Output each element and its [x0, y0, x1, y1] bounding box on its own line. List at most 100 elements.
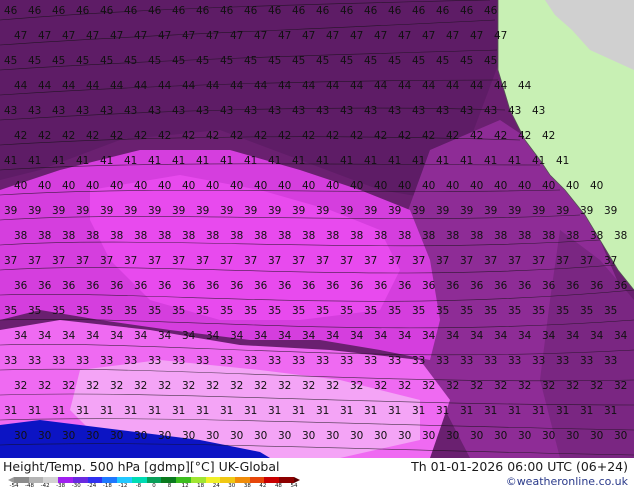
contour-label: 36 [62, 280, 76, 292]
contour-label: 34 [230, 330, 244, 342]
contour-label: 30 [110, 430, 123, 442]
contour-label: 34 [278, 330, 292, 342]
contour-label: 41 [532, 155, 545, 167]
contour-label: 45 [412, 55, 425, 67]
contour-label: 47 [398, 30, 411, 42]
colorbar-tick-label: -30 [71, 483, 81, 489]
contour-label: 39 [28, 205, 41, 217]
contour-label: 34 [158, 330, 172, 342]
contour-label: 40 [350, 180, 363, 192]
contour-label: 46 [412, 5, 426, 17]
contour-label: 43 [76, 105, 89, 117]
contour-label: 31 [52, 405, 65, 417]
contour-label: 35 [460, 305, 473, 317]
contour-label: 34 [302, 330, 316, 342]
contour-label: 38 [62, 230, 75, 242]
colorbar-tick-label: -38 [56, 483, 66, 489]
colorbar-tick-label: 38 [243, 483, 251, 489]
contour-label: 40 [590, 180, 603, 192]
contour-label: 36 [230, 280, 244, 292]
contour-label: 44 [398, 80, 412, 92]
contour-label: 46 [316, 5, 330, 17]
credit-link[interactable]: ©weatheronline.co.uk [506, 475, 628, 489]
contour-label: 32 [38, 380, 51, 392]
contour-label: 33 [76, 355, 89, 367]
contour-label: 42 [14, 130, 27, 142]
contour-label: 46 [52, 5, 66, 17]
contour-label: 41 [508, 155, 521, 167]
contour-label: 40 [398, 180, 411, 192]
contour-label: 41 [28, 155, 41, 167]
colorbar-tick-label: -8 [135, 483, 142, 489]
contour-label: 38 [38, 230, 51, 242]
contour-label: 30 [566, 430, 579, 442]
contour-label: 30 [374, 430, 387, 442]
contour-label: 38 [470, 230, 483, 242]
contour-label: 38 [302, 230, 315, 242]
contour-label: 43 [388, 105, 401, 117]
contour-label: 44 [326, 80, 340, 92]
contour-label: 38 [182, 230, 195, 242]
contour-label: 36 [278, 280, 292, 292]
contour-label: 36 [422, 280, 436, 292]
contour-label: 30 [446, 430, 459, 442]
colorbar-tick-label: -48 [25, 483, 35, 489]
contour-label: 38 [326, 230, 339, 242]
contour-label: 44 [374, 80, 388, 92]
contour-label: 42 [446, 130, 459, 142]
contour-label: 35 [268, 305, 281, 317]
contour-label: 31 [412, 405, 425, 417]
contour-label: 40 [38, 180, 51, 192]
contour-label: 30 [86, 430, 99, 442]
contour-label: 30 [494, 430, 507, 442]
contour-label: 33 [172, 355, 185, 367]
contour-label: 35 [484, 305, 497, 317]
contour-label: 42 [302, 130, 315, 142]
contour-label: 31 [220, 405, 233, 417]
contour-label: 38 [446, 230, 459, 242]
contour-label: 42 [350, 130, 363, 142]
contour-label: 37 [460, 255, 473, 267]
contour-label: 39 [292, 205, 305, 217]
contour-label: 44 [206, 80, 220, 92]
contour-label: 41 [196, 155, 209, 167]
contour-label: 38 [590, 230, 603, 242]
contour-label: 35 [148, 305, 161, 317]
contour-label: 44 [350, 80, 364, 92]
colorbar-tick-label: 18 [197, 483, 205, 489]
contour-label: 46 [196, 5, 210, 17]
contour-label: 33 [52, 355, 65, 367]
contour-label: 36 [350, 280, 364, 292]
contour-label: 31 [556, 405, 569, 417]
contour-label: 40 [374, 180, 387, 192]
contour-label: 31 [172, 405, 185, 417]
contour-label: 45 [244, 55, 257, 67]
contour-label: 35 [4, 305, 17, 317]
contour-label: 41 [220, 155, 233, 167]
contour-label: 40 [518, 180, 531, 192]
contour-label: 43 [268, 105, 281, 117]
contour-label: 43 [124, 105, 137, 117]
contour-label: 35 [556, 305, 569, 317]
contour-label: 41 [4, 155, 17, 167]
contour-label: 37 [292, 255, 305, 267]
contour-label: 41 [148, 155, 161, 167]
contour-label: 33 [4, 355, 17, 367]
contour-label: 34 [422, 330, 436, 342]
contour-label: 46 [460, 5, 474, 17]
contour-label: 31 [4, 405, 17, 417]
contour-label: 38 [14, 230, 27, 242]
contour-label: 38 [110, 230, 123, 242]
contour-label: 38 [86, 230, 99, 242]
contour-label: 32 [542, 380, 555, 392]
contour-label: 31 [100, 405, 113, 417]
contour-label: 45 [76, 55, 89, 67]
contour-label: 39 [76, 205, 89, 217]
contour-label: 30 [470, 430, 483, 442]
contour-label: 42 [206, 130, 219, 142]
contour-label: 47 [62, 30, 75, 42]
contour-label: 40 [446, 180, 459, 192]
contour-label: 46 [292, 5, 306, 17]
contour-label: 47 [14, 30, 27, 42]
contour-label: 42 [278, 130, 291, 142]
